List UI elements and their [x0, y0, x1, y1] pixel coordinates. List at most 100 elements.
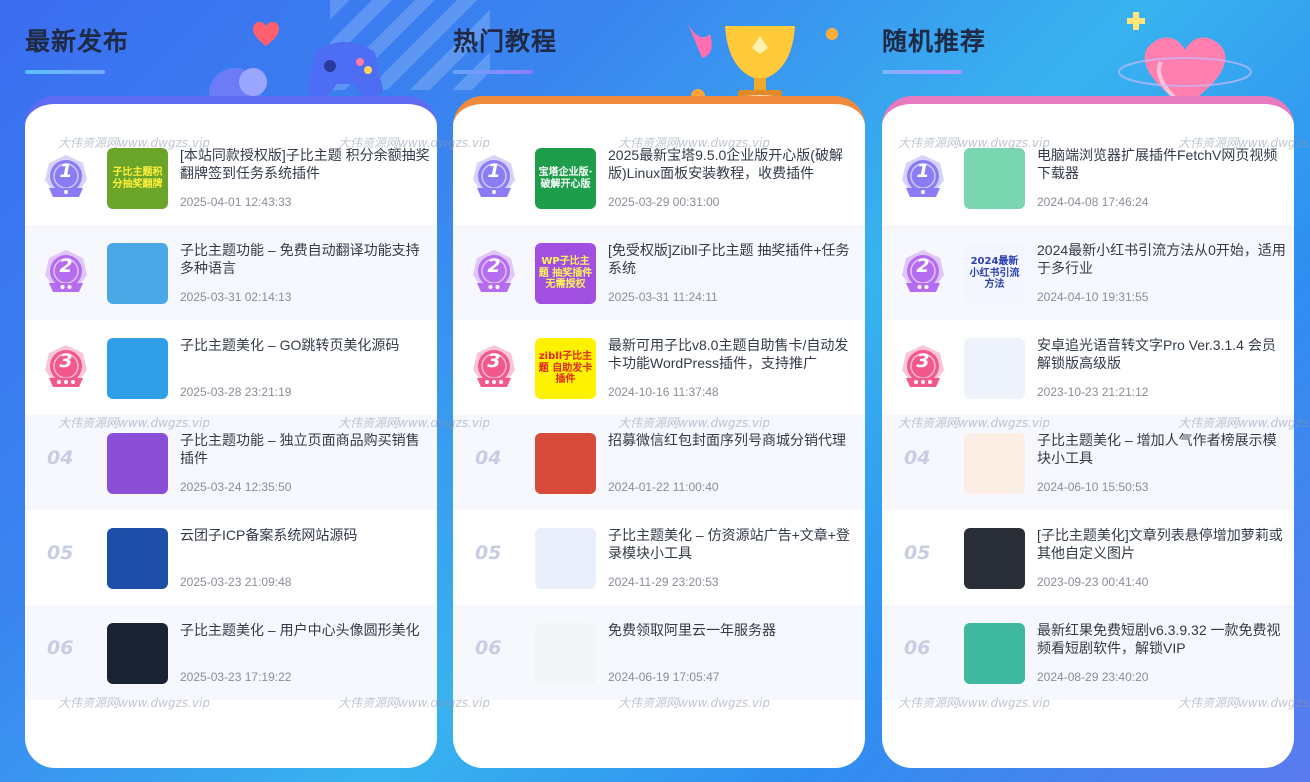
post-thumbnail[interactable]	[964, 148, 1025, 209]
rank-number: 06	[475, 637, 502, 659]
watermark: 大伟资源网www.dwgzs.vip	[898, 416, 1050, 430]
rank-number: 05	[904, 542, 931, 564]
post-title-link[interactable]: 子比主题美化 – GO跳转页美化源码	[180, 336, 430, 354]
post-title-link[interactable]: [本站同款授权版]子比主题 积分余额抽奖翻牌签到任务系统插件	[180, 146, 430, 182]
rank-number: 2	[916, 255, 930, 277]
watermark: 大伟资源网www.dwgzs.vip	[618, 696, 770, 710]
column-title: 热门教程	[453, 27, 558, 56]
post-thumbnail[interactable]: WP子比主题 抽奖插件 无需授权	[535, 243, 596, 304]
rank-medal-icon: 3	[41, 342, 91, 392]
post-list-panel: 1 子比主题积分抽奖翻牌 [本站同款授权版]子比主题 积分余额抽奖翻牌签到任务系统插…	[25, 96, 437, 768]
watermark: 大伟资源网www.dwgzs.vip	[338, 416, 490, 430]
post-thumbnail[interactable]	[964, 528, 1025, 589]
post-title-link[interactable]: 子比主题功能 – 免费自动翻译功能支持多种语言	[180, 241, 430, 277]
post-title-link[interactable]: 子比主题美化 – 增加人气作者榜展示模块小工具	[1037, 431, 1287, 467]
column-latest: 最新发布 1 子比主题积分抽奖翻牌 [本站同款授权版]子比主题 积分余额抽奖翻牌签到…	[25, 0, 437, 782]
post-item[interactable]: 3 安卓追光语音转文字Pro Ver.3.1.4 会员解锁版高级版 2023-10-…	[882, 320, 1294, 415]
post-date: 2024-10-16 11:37:48	[608, 385, 719, 399]
rank-number: 06	[47, 637, 74, 659]
post-date: 2025-03-23 17:19:22	[180, 670, 292, 684]
post-date: 2025-03-31 11:24:11	[608, 290, 718, 304]
watermark: 大伟资源网www.dwgzs.vip	[1178, 696, 1310, 710]
watermark: 大伟资源网www.dwgzs.vip	[58, 416, 210, 430]
rank-medal-icon: 2	[898, 247, 948, 297]
post-title-link[interactable]: 最新红果免费短剧v6.3.9.32 一款免费视频看短剧软件，解锁VIP	[1037, 621, 1287, 657]
watermark: 大伟资源网www.dwgzs.vip	[338, 136, 490, 150]
post-thumbnail[interactable]	[964, 338, 1025, 399]
post-item[interactable]: 06 免费领取阿里云一年服务器 2024-06-19 17:05:47	[453, 605, 865, 700]
title-underline	[25, 70, 105, 74]
post-date: 2023-09-23 00:41:40	[1037, 575, 1149, 589]
rank-number: 2	[59, 255, 73, 277]
post-list-panel: 1 宝塔企业版·破解开心版 2025最新宝塔9.5.0企业版开心版(破解版)Linu…	[453, 96, 865, 768]
watermark: 大伟资源网www.dwgzs.vip	[1178, 136, 1310, 150]
post-title-link[interactable]: [免受权版]Zibll子比主题 抽奖插件+任务系统	[608, 241, 858, 277]
post-title-link[interactable]: 安卓追光语音转文字Pro Ver.3.1.4 会员解锁版高级版	[1037, 336, 1287, 372]
post-date: 2024-04-08 17:46:24	[1037, 195, 1149, 209]
rank-medal-icon: 1	[41, 152, 91, 202]
post-date: 2023-10-23 21:21:12	[1037, 385, 1149, 399]
post-date: 2024-11-29 23:20:53	[608, 575, 719, 589]
rank-number: 1	[487, 160, 501, 182]
post-date: 2024-06-10 15:50:53	[1037, 480, 1149, 494]
post-thumbnail[interactable]	[107, 528, 168, 589]
watermark: 大伟资源网www.dwgzs.vip	[1178, 416, 1310, 430]
post-item[interactable]: 2 子比主题功能 – 免费自动翻译功能支持多种语言 2025-03-31 02:14…	[25, 225, 437, 320]
post-title-link[interactable]: 子比主题功能 – 独立页面商品购买销售插件	[180, 431, 430, 467]
post-date: 2025-04-01 12:43:33	[180, 195, 292, 209]
post-title-link[interactable]: 2025最新宝塔9.5.0企业版开心版(破解版)Linux面板安装教程，收费插件	[608, 146, 858, 182]
rank-medal-icon: 1	[898, 152, 948, 202]
rank-number: 05	[475, 542, 502, 564]
post-thumbnail[interactable]	[107, 243, 168, 304]
title-underline	[453, 70, 533, 74]
post-thumbnail[interactable]: 宝塔企业版·破解开心版	[535, 148, 596, 209]
post-thumbnail[interactable]	[964, 433, 1025, 494]
post-thumbnail[interactable]	[535, 528, 596, 589]
post-thumbnail[interactable]	[107, 623, 168, 684]
watermark: 大伟资源网www.dwgzs.vip	[618, 416, 770, 430]
post-item[interactable]: 06 子比主题美化 – 用户中心头像圆形美化 2025-03-23 17:19:22	[25, 605, 437, 700]
post-title-link[interactable]: 子比主题美化 – 用户中心头像圆形美化	[180, 621, 430, 639]
post-thumbnail[interactable]	[107, 433, 168, 494]
post-item[interactable]: 3 zibll子比主题 自助发卡插件 最新可用子比v8.0主题自助售卡/自动发卡功能…	[453, 320, 865, 415]
watermark: 大伟资源网www.dwgzs.vip	[618, 136, 770, 150]
post-thumbnail[interactable]	[535, 623, 596, 684]
rank-number: 05	[47, 542, 74, 564]
column-random-picks: 随机推荐 1 电脑端浏览器扩展插件FetchV网页视频下载器 2024-04-08 …	[882, 0, 1294, 782]
rank-number: 06	[904, 637, 931, 659]
watermark: 大伟资源网www.dwgzs.vip	[898, 136, 1050, 150]
post-date: 2024-08-29 23:40:20	[1037, 670, 1149, 684]
post-title-link[interactable]: 2024最新小红书引流方法从0开始，适用于多行业	[1037, 241, 1287, 277]
post-title-link[interactable]: 最新可用子比v8.0主题自助售卡/自动发卡功能WordPress插件，支持推广	[608, 336, 858, 372]
post-title-link[interactable]: 招募微信红包封面序列号商城分销代理	[608, 431, 858, 449]
post-thumbnail[interactable]: zibll子比主题 自助发卡插件	[535, 338, 596, 399]
post-item[interactable]: 2 2024最新小红书引流方法 2024最新小红书引流方法从0开始，适用于多行业 20…	[882, 225, 1294, 320]
column-hot-tutorials: 热门教程 1 宝塔企业版·破解开心版 2025最新宝塔9.5.0企业版开心版(破解版…	[453, 0, 865, 782]
rank-medal-icon: 3	[469, 342, 519, 392]
post-thumbnail[interactable]	[964, 623, 1025, 684]
post-date: 2025-03-31 02:14:13	[180, 290, 292, 304]
column-title: 最新发布	[25, 27, 130, 56]
post-title-link[interactable]: 子比主题美化 – 仿资源站广告+文章+登录模块小工具	[608, 526, 858, 562]
post-title-link[interactable]: [子比主题美化]文章列表悬停增加萝莉或其他自定义图片	[1037, 526, 1287, 562]
post-title-link[interactable]: 电脑端浏览器扩展插件FetchV网页视频下载器	[1037, 146, 1287, 182]
post-item[interactable]: 2 WP子比主题 抽奖插件 无需授权 [免受权版]Zibll子比主题 抽奖插件+任务…	[453, 225, 865, 320]
post-item[interactable]: 05 子比主题美化 – 仿资源站广告+文章+登录模块小工具 2024-11-29 2…	[453, 510, 865, 605]
rank-number: 1	[59, 160, 73, 182]
rank-number: 3	[487, 350, 501, 372]
rank-medal-icon: 3	[898, 342, 948, 392]
post-thumbnail[interactable]: 子比主题积分抽奖翻牌	[107, 148, 168, 209]
post-thumbnail[interactable]	[535, 433, 596, 494]
post-thumbnail[interactable]: 2024最新小红书引流方法	[964, 243, 1025, 304]
post-item[interactable]: 06 最新红果免费短剧v6.3.9.32 一款免费视频看短剧软件，解锁VIP 202…	[882, 605, 1294, 700]
rank-number: 3	[916, 350, 930, 372]
post-title-link[interactable]: 云团子ICP备案系统网站源码	[180, 526, 430, 544]
post-title-link[interactable]: 免费领取阿里云一年服务器	[608, 621, 858, 639]
post-item[interactable]: 05 [子比主题美化]文章列表悬停增加萝莉或其他自定义图片 2023-09-23 0…	[882, 510, 1294, 605]
rank-medal-icon: 1	[469, 152, 519, 202]
rank-number: 04	[47, 447, 74, 469]
post-thumbnail[interactable]	[107, 338, 168, 399]
post-item[interactable]: 3 子比主题美化 – GO跳转页美化源码 2025-03-28 23:21:19	[25, 320, 437, 415]
post-item[interactable]: 05 云团子ICP备案系统网站源码 2025-03-23 21:09:48	[25, 510, 437, 605]
post-date: 2024-01-22 11:00:40	[608, 480, 719, 494]
